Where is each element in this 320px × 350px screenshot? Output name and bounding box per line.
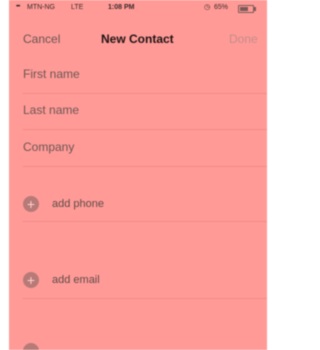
add-phone-label: add phone — [52, 198, 104, 210]
divider — [23, 221, 267, 222]
status-time: 1:08 PM — [108, 4, 135, 11]
battery-percent: 65% — [214, 4, 229, 11]
left-gutter — [0, 0, 9, 350]
navigation-bar: Cancel New Contact Done — [9, 28, 267, 50]
new-contact-screen: ••• MTN-NG LTE 1:08 PM ◷ 65% Cancel New … — [9, 0, 267, 350]
first-name-field[interactable]: First name — [23, 57, 267, 94]
page-title: New Contact — [101, 32, 174, 46]
company-placeholder: Company — [23, 140, 75, 154]
divider — [23, 298, 267, 299]
status-bar: ••• MTN-NG LTE 1:08 PM ◷ 65% — [9, 4, 267, 16]
add-email-plus-icon[interactable]: + — [23, 272, 39, 288]
last-name-placeholder: Last name — [23, 103, 80, 117]
cancel-button[interactable]: Cancel — [23, 32, 60, 46]
add-phone-row[interactable]: + add phone — [23, 186, 267, 222]
add-row-plus-icon[interactable] — [23, 343, 39, 350]
signal-strength-icon: ••• — [16, 4, 20, 10]
add-phone-plus-icon[interactable]: + — [23, 196, 39, 212]
network-type: LTE — [71, 4, 84, 11]
alarm-icon: ◷ — [204, 4, 211, 11]
add-email-label: add email — [52, 274, 100, 286]
first-name-placeholder: First name — [23, 67, 80, 81]
company-field[interactable]: Company — [23, 130, 267, 167]
carrier-name: MTN-NG — [27, 4, 55, 11]
battery-icon — [238, 5, 256, 13]
last-name-field[interactable]: Last name — [23, 93, 267, 130]
add-email-row[interactable]: + add email — [23, 262, 267, 298]
battery-level — [240, 7, 248, 11]
done-button[interactable]: Done — [229, 32, 258, 46]
